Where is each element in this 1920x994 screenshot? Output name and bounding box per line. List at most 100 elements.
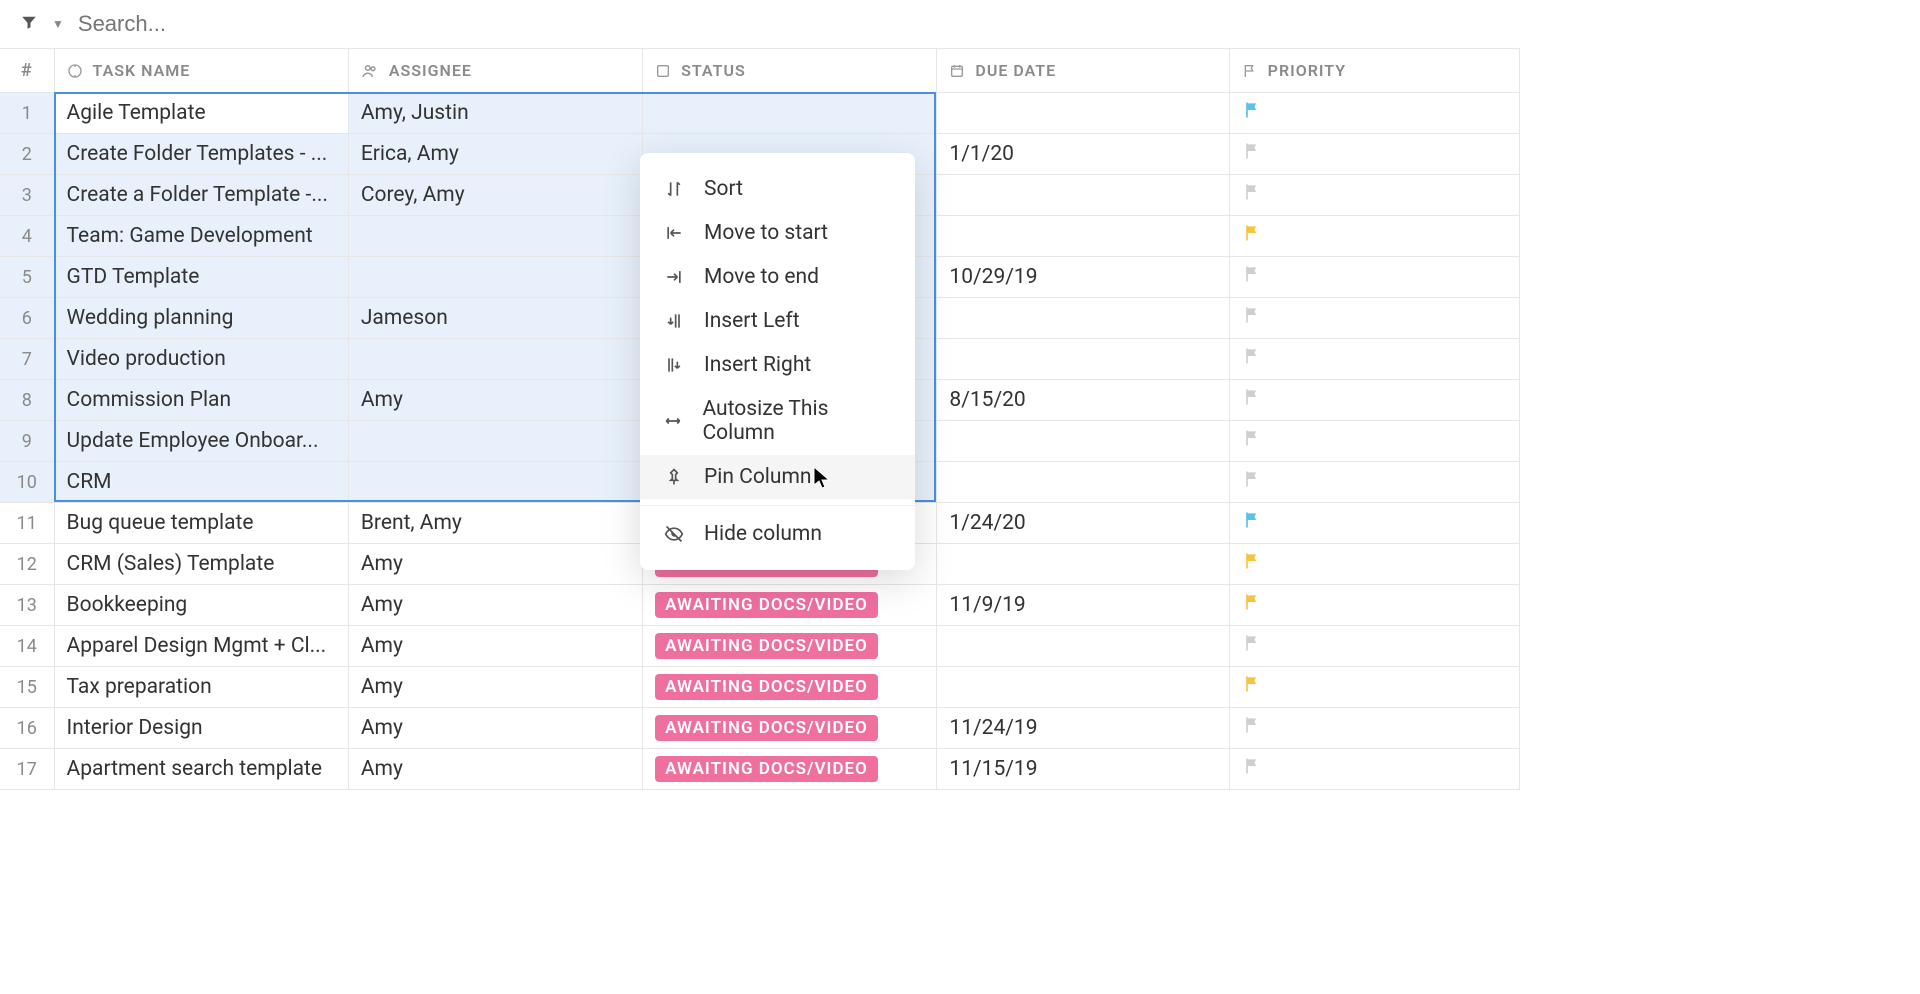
priority-flag-icon[interactable] xyxy=(1242,346,1262,371)
cell-task-name[interactable]: Apartment search template xyxy=(54,749,348,790)
cell-assignee[interactable] xyxy=(348,216,642,257)
priority-flag-icon[interactable] xyxy=(1242,756,1262,781)
menu-insert-right[interactable]: Insert Right xyxy=(640,343,915,387)
search-input[interactable] xyxy=(78,11,478,37)
cell-due-date[interactable] xyxy=(937,216,1229,257)
cell-assignee[interactable]: Amy xyxy=(348,667,642,708)
cell-task-name[interactable]: Video production xyxy=(54,339,348,380)
table-row[interactable]: 17Apartment search templateAmyAWAITING D… xyxy=(0,749,1520,790)
cell-priority[interactable] xyxy=(1229,257,1519,298)
cell-task-name[interactable]: Bug queue template xyxy=(54,503,348,544)
priority-flag-icon[interactable] xyxy=(1242,674,1262,699)
row-number[interactable]: 7 xyxy=(0,339,54,380)
cell-task-name[interactable]: Agile Template xyxy=(54,93,348,134)
cell-due-date[interactable] xyxy=(937,626,1229,667)
cell-assignee[interactable] xyxy=(348,462,642,503)
chevron-down-icon[interactable]: ▼ xyxy=(52,17,64,31)
table-row[interactable]: 16Interior DesignAmyAWAITING DOCS/VIDEO1… xyxy=(0,708,1520,749)
row-number[interactable]: 9 xyxy=(0,421,54,462)
cell-task-name[interactable]: Commission Plan xyxy=(54,380,348,421)
cell-status[interactable] xyxy=(643,93,937,134)
cell-due-date[interactable] xyxy=(937,462,1229,503)
cell-status[interactable]: AWAITING DOCS/VIDEO xyxy=(643,708,937,749)
table-row[interactable]: 1Agile TemplateAmy, Justin xyxy=(0,93,1520,134)
cell-due-date[interactable] xyxy=(937,339,1229,380)
cell-due-date[interactable]: 1/24/20 xyxy=(937,503,1229,544)
cell-assignee[interactable]: Amy xyxy=(348,585,642,626)
cell-task-name[interactable]: Create Folder Templates - ... xyxy=(54,134,348,175)
cell-priority[interactable] xyxy=(1229,298,1519,339)
cell-priority[interactable] xyxy=(1229,585,1519,626)
priority-flag-icon[interactable] xyxy=(1242,182,1262,207)
table-row[interactable]: 13BookkeepingAmyAWAITING DOCS/VIDEO11/9/… xyxy=(0,585,1520,626)
cell-assignee[interactable] xyxy=(348,421,642,462)
cell-task-name[interactable]: Tax preparation xyxy=(54,667,348,708)
priority-flag-icon[interactable] xyxy=(1242,428,1262,453)
column-header-due[interactable]: DUE DATE xyxy=(937,49,1229,93)
cell-assignee[interactable]: Amy xyxy=(348,544,642,585)
row-number[interactable]: 12 xyxy=(0,544,54,585)
priority-flag-icon[interactable] xyxy=(1242,264,1262,289)
cell-assignee[interactable]: Amy, Justin xyxy=(348,93,642,134)
cell-task-name[interactable]: CRM (Sales) Template xyxy=(54,544,348,585)
cell-priority[interactable] xyxy=(1229,93,1519,134)
priority-flag-icon[interactable] xyxy=(1242,223,1262,248)
row-number[interactable]: 2 xyxy=(0,134,54,175)
status-badge[interactable]: AWAITING DOCS/VIDEO xyxy=(655,633,878,659)
menu-move-end[interactable]: Move to end xyxy=(640,255,915,299)
row-number[interactable]: 14 xyxy=(0,626,54,667)
cell-due-date[interactable] xyxy=(937,93,1229,134)
cell-assignee[interactable] xyxy=(348,339,642,380)
priority-flag-icon[interactable] xyxy=(1242,551,1262,576)
column-header-priority[interactable]: PRIORITY xyxy=(1229,49,1519,93)
cell-priority[interactable] xyxy=(1229,175,1519,216)
cell-assignee[interactable]: Amy xyxy=(348,380,642,421)
priority-flag-icon[interactable] xyxy=(1242,715,1262,740)
priority-flag-icon[interactable] xyxy=(1242,305,1262,330)
cell-priority[interactable] xyxy=(1229,216,1519,257)
cell-status[interactable]: AWAITING DOCS/VIDEO xyxy=(643,626,937,667)
priority-flag-icon[interactable] xyxy=(1242,141,1262,166)
cell-due-date[interactable] xyxy=(937,667,1229,708)
row-number[interactable]: 3 xyxy=(0,175,54,216)
row-number[interactable]: 15 xyxy=(0,667,54,708)
cell-priority[interactable] xyxy=(1229,544,1519,585)
cell-priority[interactable] xyxy=(1229,749,1519,790)
row-number[interactable]: 11 xyxy=(0,503,54,544)
status-badge[interactable]: AWAITING DOCS/VIDEO xyxy=(655,715,878,741)
row-number[interactable]: 5 xyxy=(0,257,54,298)
cell-task-name[interactable]: Update Employee Onboar... xyxy=(54,421,348,462)
cell-due-date[interactable]: 8/15/20 xyxy=(937,380,1229,421)
column-header-num[interactable]: # xyxy=(0,49,54,93)
cell-task-name[interactable]: Wedding planning xyxy=(54,298,348,339)
cell-priority[interactable] xyxy=(1229,503,1519,544)
cell-due-date[interactable]: 11/9/19 xyxy=(937,585,1229,626)
priority-flag-icon[interactable] xyxy=(1242,387,1262,412)
row-number[interactable]: 4 xyxy=(0,216,54,257)
menu-autosize[interactable]: Autosize This Column xyxy=(640,387,915,455)
cell-priority[interactable] xyxy=(1229,667,1519,708)
cell-status[interactable]: AWAITING DOCS/VIDEO xyxy=(643,667,937,708)
menu-move-start[interactable]: Move to start xyxy=(640,211,915,255)
row-number[interactable]: 13 xyxy=(0,585,54,626)
cell-assignee[interactable]: Corey, Amy xyxy=(348,175,642,216)
cell-priority[interactable] xyxy=(1229,339,1519,380)
priority-flag-icon[interactable] xyxy=(1242,100,1262,125)
cell-priority[interactable] xyxy=(1229,708,1519,749)
cell-assignee[interactable]: Jameson xyxy=(348,298,642,339)
priority-flag-icon[interactable] xyxy=(1242,510,1262,535)
row-number[interactable]: 17 xyxy=(0,749,54,790)
cell-due-date[interactable]: 10/29/19 xyxy=(937,257,1229,298)
menu-sort[interactable]: Sort xyxy=(640,167,915,211)
column-header-task[interactable]: TASK NAME xyxy=(54,49,348,93)
priority-flag-icon[interactable] xyxy=(1242,592,1262,617)
row-number[interactable]: 1 xyxy=(0,93,54,134)
cell-assignee[interactable] xyxy=(348,257,642,298)
menu-hide-column[interactable]: Hide column xyxy=(640,512,915,556)
cell-priority[interactable] xyxy=(1229,626,1519,667)
table-row[interactable]: 14Apparel Design Mgmt + Cl...AmyAWAITING… xyxy=(0,626,1520,667)
row-number[interactable]: 16 xyxy=(0,708,54,749)
cell-assignee[interactable]: Amy xyxy=(348,749,642,790)
cell-assignee[interactable]: Amy xyxy=(348,626,642,667)
column-header-assignee[interactable]: ASSIGNEE xyxy=(348,49,642,93)
